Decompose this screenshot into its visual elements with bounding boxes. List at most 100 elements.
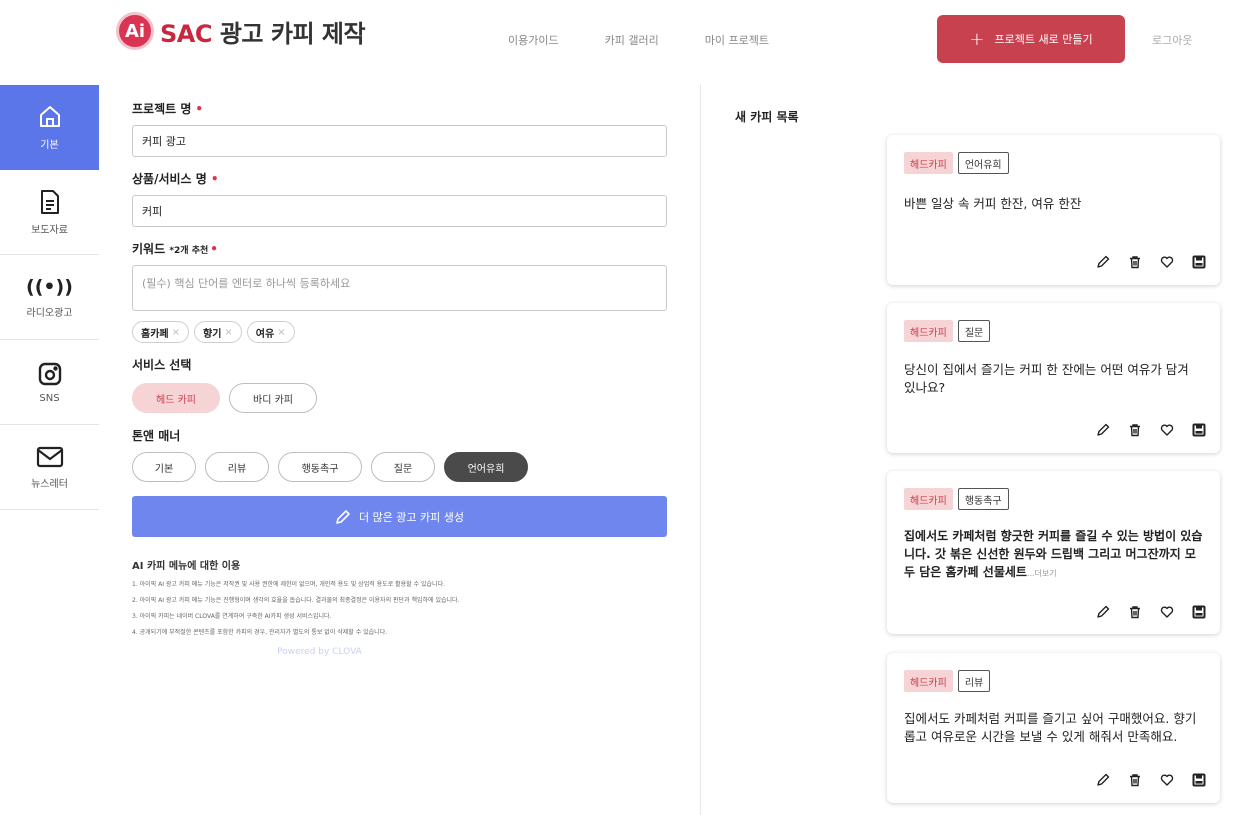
product-name-label: 상품/서비스 명 •: [132, 170, 667, 187]
keyword-hint: *2개 추천: [169, 246, 209, 256]
card-actions: [1078, 423, 1206, 437]
sidebar-item-label: 라디오광고: [26, 307, 73, 319]
edit-icon[interactable]: [1096, 255, 1110, 269]
keyword-label: 키워드 *2개 추천 •: [132, 240, 667, 257]
save-icon[interactable]: [1192, 773, 1206, 787]
sidebar-item-basic[interactable]: 기본: [0, 85, 99, 170]
head-copy-tag: 헤드카피: [904, 152, 953, 174]
save-icon[interactable]: [1192, 423, 1206, 437]
generate-button[interactable]: 더 많은 광고 카피 생성: [132, 496, 667, 537]
project-name-input[interactable]: 커피 광고: [132, 125, 667, 157]
save-icon[interactable]: [1192, 605, 1206, 619]
trash-icon[interactable]: [1128, 605, 1142, 619]
tone-cta[interactable]: 행동촉구: [278, 452, 362, 482]
new-project-button[interactable]: + 프로젝트 새로 만들기: [937, 15, 1125, 63]
copy-text: 바쁜 일상 속 커피 한잔, 여유 한잔: [904, 196, 1082, 211]
project-name-label: 프로젝트 명 •: [132, 100, 667, 117]
mail-icon: [36, 446, 63, 467]
app-logo[interactable]: Ai SAC 광고 카피 제작: [116, 12, 366, 50]
card-tags: 헤드카피 언어유희: [904, 152, 1009, 174]
tone-review[interactable]: 리뷰: [205, 452, 269, 482]
tone-wordplay[interactable]: 언어유희: [444, 452, 528, 482]
radio-icon: ((•)): [26, 275, 73, 298]
tone-options: 기본 리뷰 행동촉구 질문 언어유희: [132, 452, 667, 482]
card-actions: [1078, 255, 1206, 269]
label-text: 상품/서비스 명: [132, 172, 207, 186]
sidebar-item-radio[interactable]: ((•)) 라디오광고: [0, 255, 99, 340]
plus-icon: +: [969, 28, 985, 50]
logo-text: SAC 광고 카피 제작: [160, 14, 366, 49]
copy-list-title: 새 카피 목록: [735, 110, 799, 124]
keyword-chip: 홈카페 ×: [132, 321, 189, 343]
chip-label: 여유: [255, 328, 275, 340]
edit-icon[interactable]: [1096, 605, 1110, 619]
copy-form: 프로젝트 명 • 커피 광고 상품/서비스 명 • 커피 키워드 *2개 추천 • (…: [132, 100, 667, 657]
heart-icon[interactable]: [1160, 773, 1174, 787]
heart-icon[interactable]: [1160, 255, 1174, 269]
notice-line: 4. 공개되기에 부적절한 콘텐츠를 포함한 카피의 경우, 관리자가 별도의 …: [132, 629, 388, 636]
trash-icon[interactable]: [1128, 423, 1142, 437]
sidebar-item-label: 기본: [40, 140, 59, 151]
notice-line: 1. 아이픽 AI 광고 카피 메뉴 기능은 저작권 및 사용 권한에 제한이 …: [132, 581, 445, 588]
service-body-copy[interactable]: 바디 카피: [229, 383, 317, 413]
generate-label: 더 많은 광고 카피 생성: [358, 510, 465, 524]
notice-title: AI 카피 메뉴에 대한 이용: [132, 561, 241, 572]
top-header: Ai SAC 광고 카피 제작 이용가이드 카피 갤러리 마이 프로젝트 + 프…: [0, 0, 1244, 84]
service-options: 헤드 카피 바디 카피: [132, 383, 667, 413]
required-mark: •: [195, 102, 204, 116]
save-icon[interactable]: [1192, 255, 1206, 269]
sidebar-item-press[interactable]: 보도자료: [0, 170, 99, 255]
tone-question[interactable]: 질문: [371, 452, 435, 482]
copy-card: 헤드카피 리뷰 집에서도 카페처럼 커피를 즐기고 싶어 구매했어요. 향기롭고…: [887, 653, 1220, 803]
nav-gallery[interactable]: 카피 갤러리: [605, 32, 659, 48]
logo-badge: Ai: [116, 12, 154, 50]
keyword-chip: 향기 ×: [194, 321, 242, 343]
required-mark: •: [210, 172, 219, 186]
sidebar-item-sns[interactable]: SNS: [0, 340, 99, 425]
edit-icon[interactable]: [1096, 773, 1110, 787]
logout-link[interactable]: 로그아웃: [1152, 32, 1192, 48]
trash-icon[interactable]: [1128, 773, 1142, 787]
tone-label: 톤앤 매너: [132, 429, 181, 443]
close-icon[interactable]: ×: [172, 327, 180, 338]
tone-basic[interactable]: 기본: [132, 452, 196, 482]
required-mark: •: [210, 242, 218, 256]
tone-tag: 언어유희: [957, 152, 1009, 174]
copy-text: 당신이 집에서 즐기는 커피 한 잔에는 어떤 여유가 담겨 있나요?: [904, 362, 1189, 395]
sidebar-item-label: SNS: [39, 392, 60, 404]
chip-label: 홈카페: [141, 328, 169, 340]
sns-icon: [38, 362, 61, 385]
copy-text: 집에서도 카페처럼 커피를 즐기고 싶어 구매했어요. 향기롭고 여유로운 시간…: [904, 711, 1197, 744]
notice-line: 2. 아이픽 AI 광고 카피 메뉴 기능은 진행형이며 생각의 효율을 돕습니…: [132, 597, 460, 604]
card-tags: 헤드카피 행동촉구: [904, 488, 1009, 510]
nav-guide[interactable]: 이용가이드: [508, 32, 559, 48]
trash-icon[interactable]: [1128, 255, 1142, 269]
edit-icon[interactable]: [1096, 423, 1110, 437]
close-icon[interactable]: ×: [224, 327, 232, 338]
card-actions: [1078, 605, 1206, 619]
card-tags: 헤드카피 리뷰: [904, 670, 991, 692]
more-link[interactable]: ...더보기: [1027, 569, 1057, 578]
close-icon[interactable]: ×: [277, 327, 285, 338]
sidebar: 기본 보도자료 ((•)) 라디오광고 SNS 뉴스레터: [0, 85, 99, 510]
notice-line: 3. 아이픽 카피는 네이버 CLOVA를 연계하여 구축한 AI카피 생성 서…: [132, 613, 332, 620]
copy-text: 집에서도 카페처럼 향긋한 커피를 즐길 수 있는 방법이 있습니다. 갓 볶은…: [904, 527, 1204, 583]
nav-my-project[interactable]: 마이 프로젝트: [705, 32, 769, 48]
new-project-label: 프로젝트 새로 만들기: [994, 33, 1093, 46]
keyword-chips: 홈카페 × 향기 × 여유 ×: [132, 321, 667, 343]
copy-card: 헤드카피 언어유희 바쁜 일상 속 커피 한잔, 여유 한잔: [887, 135, 1220, 285]
product-name-input[interactable]: 커피: [132, 195, 667, 227]
copy-card: 헤드카피 질문 당신이 집에서 즐기는 커피 한 잔에는 어떤 여유가 담겨 있…: [887, 303, 1220, 453]
keyword-input[interactable]: (필수) 핵심 단어를 엔터로 하나씩 등록하세요: [132, 265, 667, 311]
heart-icon[interactable]: [1160, 605, 1174, 619]
keyword-chip: 여유 ×: [246, 321, 295, 343]
home-icon: [39, 106, 60, 127]
sidebar-item-newsletter[interactable]: 뉴스레터: [0, 425, 99, 510]
document-icon: [40, 189, 59, 214]
logo-title: 광고 카피 제작: [219, 19, 366, 48]
copy-card: 헤드카피 행동촉구 집에서도 카페처럼 향긋한 커피를 즐길 수 있는 방법이 …: [887, 471, 1220, 634]
chip-label: 향기: [203, 328, 222, 340]
service-head-copy[interactable]: 헤드 카피: [132, 383, 220, 413]
panel-divider: [700, 84, 701, 815]
heart-icon[interactable]: [1160, 423, 1174, 437]
